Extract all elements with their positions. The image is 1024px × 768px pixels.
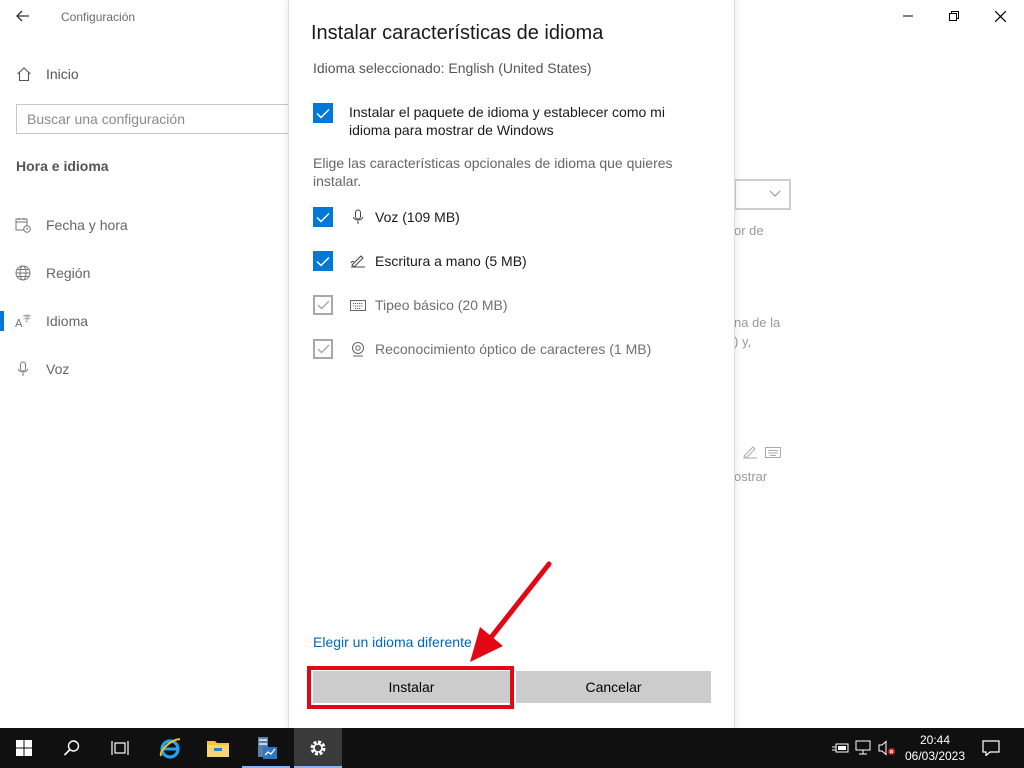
calendar-clock-icon — [15, 218, 31, 233]
sidebar-item-label: Idioma — [46, 313, 89, 329]
taskbar: 20:44 06/03/2023 — [0, 728, 1024, 768]
home-icon — [17, 67, 31, 82]
close-icon — [994, 10, 1006, 22]
notification-icon — [982, 740, 1000, 756]
chevron-down-icon — [769, 190, 781, 197]
install-highlight-box — [307, 666, 514, 709]
sidebar: Inicio Hora e idioma Fecha y hora Región… — [0, 32, 296, 728]
optional-features-description: Elige las características opcionales de … — [313, 155, 673, 189]
volume-tray-icon[interactable] — [877, 728, 897, 768]
sidebar-item-label: Voz — [46, 361, 70, 377]
minimize-button[interactable] — [885, 0, 931, 32]
server-manager-button[interactable] — [242, 728, 290, 768]
checkbox-checked[interactable] — [313, 207, 333, 227]
checkbox-checked-disabled — [313, 339, 333, 359]
network-icon — [855, 740, 871, 755]
background-text: or de — [734, 223, 764, 238]
clock-time: 20:44 — [919, 733, 951, 747]
power-tray-icon[interactable] — [830, 728, 850, 768]
clock-date: 06/03/2023 — [904, 749, 966, 763]
internet-explorer-icon — [159, 738, 181, 759]
restore-button[interactable] — [931, 0, 977, 32]
back-button[interactable] — [8, 4, 38, 28]
sidebar-item-idioma[interactable]: A字 Idioma — [0, 301, 288, 341]
feature-escritura-a-mano[interactable]: Escritura a mano (5 MB) — [313, 250, 527, 272]
sidebar-item-region[interactable]: Región — [0, 253, 288, 293]
nav-home[interactable]: Inicio — [16, 63, 79, 85]
microphone-icon — [18, 361, 28, 376]
keyboard-icon — [350, 299, 366, 311]
server-manager-icon — [258, 737, 277, 759]
handwriting-icon — [743, 446, 757, 459]
handwriting-icon — [350, 255, 365, 268]
install-language-pack-label: Instalar el paquete de idioma y establec… — [349, 104, 665, 138]
install-language-pack-checkbox[interactable]: Instalar el paquete de idioma y establec… — [313, 103, 703, 139]
search-box[interactable] — [16, 104, 296, 134]
sidebar-item-fecha-y-hora[interactable]: Fecha y hora — [0, 205, 288, 245]
search-icon — [63, 740, 80, 756]
feature-label: Voz (109 MB) — [375, 209, 460, 225]
battery-plug-icon — [832, 743, 849, 753]
sidebar-item-label: Región — [46, 265, 91, 281]
keyboard-icon — [765, 447, 781, 458]
dialog-title: Instalar características de idioma — [311, 22, 604, 44]
back-arrow-icon — [16, 10, 29, 22]
svg-text:A: A — [15, 317, 23, 329]
restore-icon — [949, 11, 959, 21]
sidebar-item-voz[interactable]: Voz — [0, 349, 288, 389]
language-icon: A字 — [15, 313, 31, 329]
svg-text:字: 字 — [23, 313, 31, 323]
gear-icon — [310, 740, 326, 756]
active-indicator — [0, 311, 4, 331]
internet-explorer-button[interactable] — [146, 728, 194, 768]
feature-label: Escritura a mano (5 MB) — [375, 253, 527, 269]
checkbox-checked[interactable] — [313, 103, 333, 123]
file-explorer-button[interactable] — [194, 728, 242, 768]
background-text: ) y, — [734, 334, 752, 349]
feature-reconocimiento-optico: Reconocimiento óptico de caracteres (1 M… — [313, 338, 651, 360]
checkmark-icon — [316, 108, 330, 119]
app-title: Configuración — [61, 10, 136, 24]
checkmark-icon — [317, 300, 329, 310]
checkbox-checked-disabled — [313, 295, 333, 315]
install-language-dialog: Instalar características de idioma Idiom… — [288, 0, 735, 728]
task-view-icon — [111, 741, 129, 755]
sidebar-item-label: Fecha y hora — [46, 217, 128, 233]
search-button[interactable] — [48, 728, 96, 768]
speaker-muted-icon — [878, 740, 895, 756]
start-button[interactable] — [0, 728, 48, 768]
cancel-button[interactable]: Cancelar — [516, 671, 711, 703]
background-dropdown[interactable] — [734, 179, 791, 210]
checkbox-checked[interactable] — [313, 251, 333, 271]
taskbar-clock[interactable]: 20:44 06/03/2023 — [902, 732, 968, 764]
nav-home-label: Inicio — [46, 66, 79, 82]
feature-label: Tipeo básico (20 MB) — [375, 297, 508, 313]
feature-tipeo-basico: Tipeo básico (20 MB) — [313, 294, 508, 316]
feature-voz[interactable]: Voz (109 MB) — [313, 206, 460, 228]
folder-icon — [207, 741, 229, 757]
choose-different-language-link[interactable]: Elegir un idioma diferente — [313, 634, 472, 650]
background-text: na de la — [734, 315, 781, 330]
checkmark-icon — [316, 212, 330, 223]
selected-language: Idioma seleccionado: English (United Sta… — [313, 60, 592, 76]
minimize-icon — [903, 15, 913, 17]
section-title: Hora e idioma — [16, 158, 109, 174]
action-center-button[interactable] — [976, 728, 1006, 768]
task-view-button[interactable] — [96, 728, 144, 768]
windows-logo-icon — [16, 740, 32, 756]
microphone-icon — [353, 209, 363, 224]
settings-taskbar-button[interactable] — [294, 728, 342, 768]
checkmark-icon — [316, 256, 330, 267]
search-input[interactable] — [17, 105, 295, 133]
checkmark-icon — [317, 344, 329, 354]
network-tray-icon[interactable] — [854, 728, 874, 768]
close-button[interactable] — [977, 0, 1023, 32]
background-text: ostrar — [734, 469, 768, 484]
ocr-icon — [352, 342, 364, 357]
feature-label: Reconocimiento óptico de caracteres (1 M… — [375, 341, 652, 357]
globe-icon — [15, 265, 31, 281]
